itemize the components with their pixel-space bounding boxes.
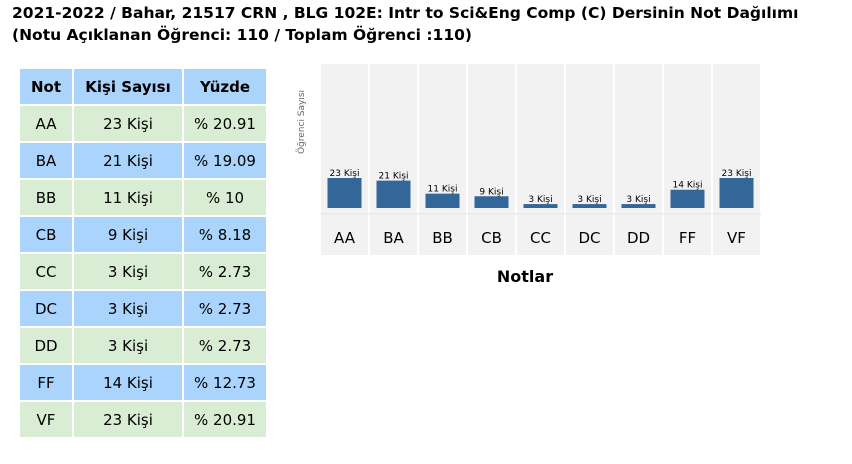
table-row: CB 9 Kişi% 8.18	[20, 217, 266, 252]
header-kisi-sayisi: Kişi Sayısı	[74, 69, 182, 104]
plot-column-bg	[615, 64, 662, 214]
table-header-row: Not Kişi Sayısı Yüzde	[20, 69, 266, 104]
cell-count: 3 Kişi	[74, 328, 182, 363]
cell-grade: FF	[20, 365, 72, 400]
table-row: CC 3 Kişi% 2.73	[20, 254, 266, 289]
table-row: BA 21 Kişi% 19.09	[20, 143, 266, 178]
cell-count: 11 Kişi	[74, 180, 182, 215]
cell-grade: CC	[20, 254, 72, 289]
cell-grade: AA	[20, 106, 72, 141]
cell-grade: DD	[20, 328, 72, 363]
tick-label-bb: BB	[432, 229, 453, 247]
bar-ba	[376, 180, 411, 208]
cell-percent: % 8.18	[184, 217, 266, 252]
cell-count: 9 Kişi	[74, 217, 182, 252]
cell-percent: % 10	[184, 180, 266, 215]
y-axis-label: Öğrenci Sayısı	[296, 90, 307, 154]
data-label-dd: 3 Kişi	[626, 195, 650, 205]
cell-count: 3 Kişi	[74, 254, 182, 289]
bar-bb	[425, 193, 460, 208]
table-row: VF 23 Kişi% 20.91	[20, 402, 266, 437]
grade-table: Not Kişi Sayısı Yüzde AA 23 Kişi% 20.91 B…	[18, 67, 268, 439]
plot-column-bg	[566, 64, 613, 214]
title-line-2: (Notu Açıklanan Öğrenci: 110 / Toplam Öğ…	[12, 26, 472, 44]
cell-percent: % 19.09	[184, 143, 266, 178]
cell-percent: % 2.73	[184, 291, 266, 326]
tick-label-ff: FF	[679, 229, 696, 247]
tick-label-cb: CB	[481, 229, 502, 247]
cell-percent: % 12.73	[184, 365, 266, 400]
data-label-vf: 23 Kişi	[722, 169, 752, 179]
cell-count: 3 Kişi	[74, 291, 182, 326]
tick-label-dc: DC	[578, 229, 600, 247]
data-label-ba: 21 Kişi	[379, 172, 409, 182]
table-row: FF 14 Kişi% 12.73	[20, 365, 266, 400]
cell-grade: VF	[20, 402, 72, 437]
cell-grade: DC	[20, 291, 72, 326]
cell-percent: % 20.91	[184, 106, 266, 141]
data-label-dc: 3 Kişi	[577, 195, 601, 205]
grade-distribution-chart: 23 Kişi 21 Kişi 11 Kişi 9 Kişi 3 Kişi 3 Kişi 3…	[296, 64, 761, 286]
tick-label-vf: VF	[727, 229, 746, 247]
cell-count: 23 Kişi	[74, 106, 182, 141]
header-not: Not	[20, 69, 72, 104]
table-row: DD 3 Kişi% 2.73	[20, 328, 266, 363]
cell-percent: % 2.73	[184, 254, 266, 289]
data-label-cc: 3 Kişi	[528, 195, 552, 205]
plot-area	[321, 64, 760, 255]
data-label-ff: 14 Kişi	[673, 181, 703, 191]
cell-percent: % 2.73	[184, 328, 266, 363]
cell-count: 23 Kişi	[74, 402, 182, 437]
cell-percent: % 20.91	[184, 402, 266, 437]
tick-label-ba: BA	[383, 229, 404, 247]
page-title: 2021-2022 / Bahar, 21517 CRN , BLG 102E:…	[12, 2, 798, 46]
bar-cb	[474, 196, 509, 208]
tick-label-dd: DD	[627, 229, 650, 247]
table-row: DC 3 Kişi% 2.73	[20, 291, 266, 326]
bar-ff	[670, 189, 705, 208]
cell-grade: CB	[20, 217, 72, 252]
data-label-aa: 23 Kişi	[330, 169, 360, 179]
table-row: BB 11 Kişi% 10	[20, 180, 266, 215]
cell-grade: BA	[20, 143, 72, 178]
plot-column-bg	[517, 64, 564, 214]
title-line-1: 2021-2022 / Bahar, 21517 CRN , BLG 102E:…	[12, 4, 799, 22]
cell-count: 14 Kişi	[74, 365, 182, 400]
cell-count: 21 Kişi	[74, 143, 182, 178]
bar-aa	[327, 178, 362, 208]
header-yuzde: Yüzde	[184, 69, 266, 104]
data-label-bb: 11 Kişi	[428, 185, 458, 195]
bar-vf	[719, 178, 754, 208]
tick-label-cc: CC	[530, 229, 551, 247]
data-label-cb: 9 Kişi	[479, 187, 503, 197]
cell-grade: BB	[20, 180, 72, 215]
table-row: AA 23 Kişi% 20.91	[20, 106, 266, 141]
x-axis-label: Notlar	[497, 267, 553, 286]
tick-label-aa: AA	[334, 229, 356, 247]
